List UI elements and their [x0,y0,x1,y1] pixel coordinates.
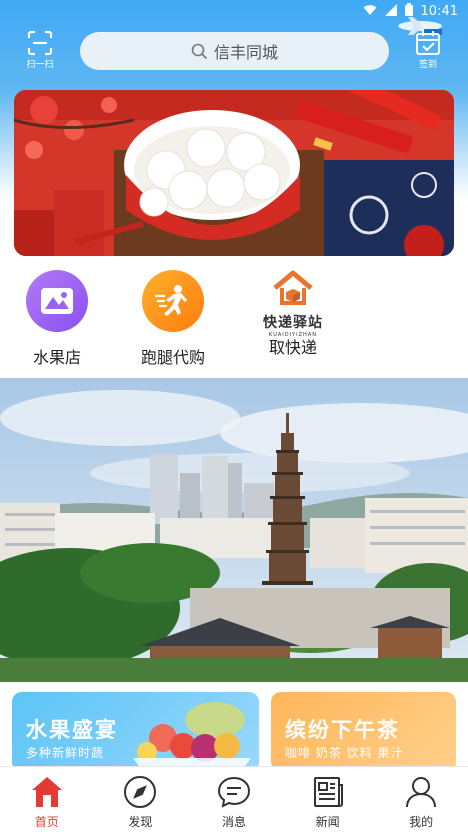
express-station-icon: 快递驿站 KUAIDIYIZHAN [253,270,333,338]
profile-icon [406,777,437,808]
tab-home[interactable]: 首页 [0,767,94,832]
errand-runner-icon [142,270,204,332]
promo-title: 水果盛宴 [26,718,118,742]
fruit-basket-illustration [133,702,251,772]
promo-banner[interactable] [14,90,454,256]
tab-label: 首页 [34,815,59,829]
express-logo-text: 快递驿站 [263,315,323,331]
signin-label: 签到 [418,60,437,70]
news-icon [313,777,343,807]
wifi-icon [363,4,377,20]
home-icon [31,777,62,807]
compass-icon [124,776,157,808]
search-bar[interactable]: 信丰同城 [80,32,389,70]
city-photo [0,378,468,682]
promo-subtitle: 咖啡 奶茶 饮料 果汁 [285,746,404,760]
scan-button[interactable]: 扫一扫 [20,30,60,74]
entry-errand[interactable]: 跑腿代购 [118,266,228,368]
entry-label: 取快递 [268,338,317,357]
promo-subtitle: 多种新鲜时蔬 [26,746,105,760]
calendar-check-icon [416,31,440,55]
promo-tea-card[interactable]: 缤纷下午茶 咖啡 奶茶 饮料 果汁 [271,692,456,772]
quick-entries: 水果店 跑腿代购 快递驿站 KUAIDIYIZHAN 取快递 [0,266,468,376]
fruit-shop-icon [26,270,88,332]
tab-label: 消息 [221,815,246,829]
search-text: 信丰同城 [213,43,278,62]
entry-express[interactable]: 快递驿站 KUAIDIYIZHAN 取快递 [238,266,348,358]
tab-news[interactable]: 新闻 [281,767,375,832]
signin-button[interactable]: 签到 [410,30,446,74]
scan-icon [27,30,53,56]
search-icon [191,43,208,59]
tab-messages[interactable]: 消息 [187,767,281,832]
tab-profile[interactable]: 我的 [374,767,468,832]
scan-label: 扫一扫 [26,60,54,70]
entry-label: 水果店 [32,348,81,367]
tab-label: 我的 [409,815,434,829]
tab-label: 发现 [128,815,153,829]
entry-fruit-shop[interactable]: 水果店 [2,266,112,368]
tab-label: 新闻 [315,815,340,829]
entry-label: 跑腿代购 [140,348,205,367]
message-icon [217,776,250,808]
promo-fruit-card[interactable]: 水果盛宴 多种新鲜时蔬 [12,692,259,772]
promo-title: 缤纷下午茶 [285,718,400,742]
tab-discover[interactable]: 发现 [94,767,188,832]
bottom-tab-bar: 首页 发现 消息 新闻 我的 [0,766,468,832]
